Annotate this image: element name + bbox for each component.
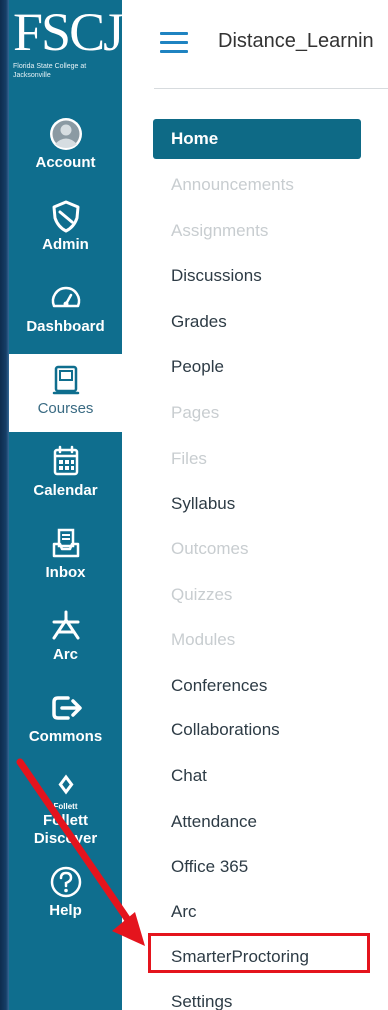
arc-icon (52, 610, 79, 640)
nav-commons-label: Commons (28, 728, 103, 745)
nav-inbox[interactable]: Inbox (9, 518, 122, 596)
help-icon (50, 866, 81, 898)
header-divider (154, 88, 388, 89)
nav-calendar-label: Calendar (33, 482, 98, 499)
course-nav-outcomes: Outcomes (171, 539, 249, 558)
dashboard-gauge-icon (51, 286, 80, 308)
nav-arc-label: Arc (52, 646, 78, 663)
hamburger-line (160, 32, 188, 35)
follett-icon (58, 774, 73, 795)
nav-follett-discover-label: Follett Discover (33, 812, 98, 847)
shield-icon (52, 200, 79, 233)
course-nav-grades[interactable]: Grades (153, 302, 373, 342)
logo-mark: FSCJ (13, 2, 124, 62)
account-avatar-icon (49, 118, 82, 150)
nav-account[interactable]: Account (9, 108, 122, 186)
course-nav-assignments: Assignments (171, 221, 269, 240)
course-nav-home[interactable]: Home (153, 119, 361, 159)
course-nav-settings[interactable]: Settings (153, 982, 373, 1010)
annotation-highlight-box (148, 933, 370, 973)
course-nav-people[interactable]: People (153, 347, 373, 387)
logo-subtitle: Florida State College at Jacksonville (13, 63, 87, 79)
course-nav-arc[interactable]: Arc (153, 892, 373, 932)
nav-help[interactable]: Help (9, 856, 122, 934)
nav-arc[interactable]: Arc (9, 600, 122, 678)
nav-calendar[interactable]: Calendar (9, 436, 122, 514)
college-logo[interactable]: FSCJ Florida State College at Jacksonvil… (9, 0, 124, 92)
nav-inbox-label: Inbox (45, 564, 86, 581)
nav-courses[interactable]: Courses (9, 354, 122, 432)
nav-follett-discover[interactable]: Follett Follett Discover (9, 764, 122, 854)
course-nav-collaborations[interactable]: Collaborations (153, 710, 373, 750)
course-nav-announcements: Announcements (171, 175, 294, 194)
course-nav-files: Files (171, 449, 207, 468)
nav-admin-label: Admin (42, 236, 89, 253)
commons-arrow-icon (51, 696, 82, 720)
nav-courses-label: Courses (37, 400, 94, 417)
nav-help-label: Help (49, 902, 82, 919)
hamburger-line (160, 41, 188, 44)
course-nav-conferences[interactable]: Conferences (153, 666, 373, 706)
hamburger-line (160, 50, 188, 53)
global-navigation: FSCJ Florida State College at Jacksonvil… (9, 0, 124, 1010)
book-icon (52, 365, 79, 395)
course-nav-discussions[interactable]: Discussions (153, 256, 373, 296)
course-nav-quizzes: Quizzes (171, 585, 233, 604)
hamburger-menu-icon[interactable] (160, 32, 188, 54)
course-nav-office-365[interactable]: Office 365 (153, 847, 373, 887)
course-header: Distance_Learnin (122, 0, 388, 90)
course-nav-chat[interactable]: Chat (153, 756, 373, 796)
follett-icon-text: Follett (53, 802, 78, 811)
breadcrumb-course-name[interactable]: Distance_Learnin (218, 30, 374, 53)
inbox-icon (52, 528, 79, 558)
course-nav-syllabus[interactable]: Syllabus (153, 484, 373, 524)
nav-commons[interactable]: Commons (9, 682, 122, 760)
calendar-icon (53, 445, 78, 476)
course-nav-pages: Pages (171, 403, 220, 422)
nav-dashboard-label: Dashboard (26, 318, 105, 335)
nav-account-label: Account (35, 154, 96, 171)
nav-admin[interactable]: Admin (9, 190, 122, 268)
course-nav-attendance[interactable]: Attendance (153, 802, 373, 842)
course-nav-modules: Modules (171, 630, 236, 649)
nav-dashboard[interactable]: Dashboard (9, 272, 122, 350)
